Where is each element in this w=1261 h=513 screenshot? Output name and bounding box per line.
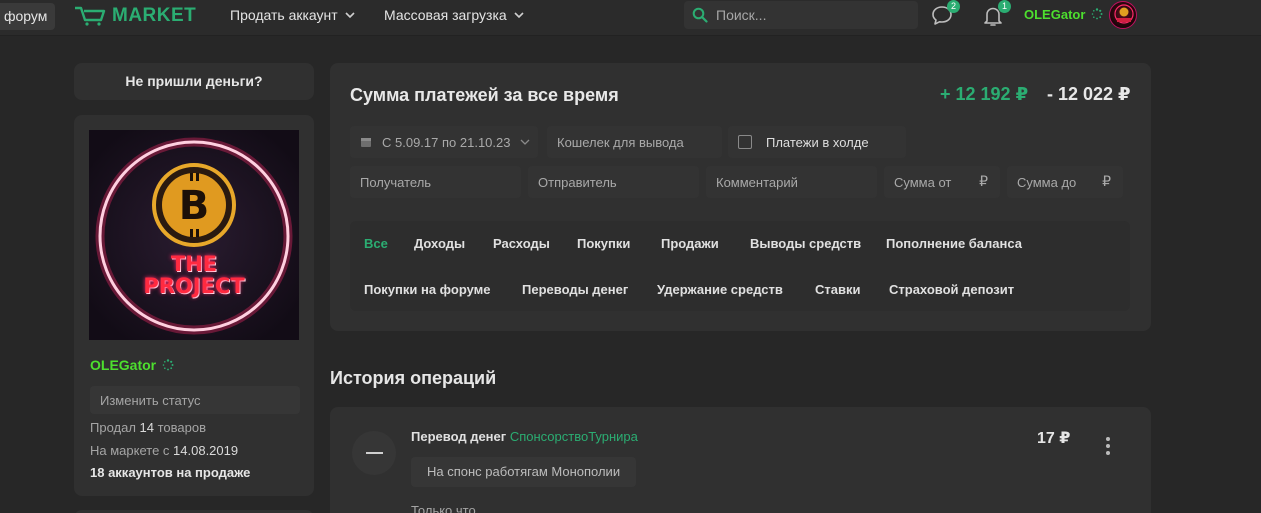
tab-transfers[interactable]: Переводы денег <box>522 282 628 297</box>
nav-bulk-upload-label: Массовая загрузка <box>384 7 507 23</box>
svg-text:B: B <box>179 183 210 229</box>
chevron-down-icon <box>345 12 355 19</box>
history-title: История операций <box>330 368 497 388</box>
messages-badge: 2 <box>947 0 960 13</box>
cart-logo-icon <box>75 6 106 26</box>
sum-from-field[interactable]: ₽ <box>884 166 1000 198</box>
profile-card: B THE PROJECT OLEGator Продал 14 товаров… <box>74 115 314 496</box>
sum-from-input[interactable] <box>894 174 964 190</box>
operation-type-tabs: Все Доходы Расходы Покупки Продажи Вывод… <box>350 221 1130 311</box>
tab-deposits[interactable]: Пополнение баланса <box>886 236 1022 251</box>
tab-all[interactable]: Все <box>364 236 388 251</box>
tab-insurance-deposit[interactable]: Страховой депозит <box>889 282 1014 297</box>
payments-filter-panel: Сумма платежей за все время + 12 192 ₽ -… <box>330 63 1151 331</box>
no-money-button[interactable]: Не пришли деньги? <box>74 63 314 100</box>
hold-payments-toggle[interactable]: Платежи в холде <box>728 126 906 158</box>
since-prefix: На маркете с <box>90 443 174 458</box>
income-total: + 12 192 ₽ <box>940 84 1029 104</box>
hold-payments-checkbox[interactable] <box>738 135 752 149</box>
since-date: 14.08.2019 <box>173 443 239 458</box>
operation-comment: На спонс работягам Монополии <box>411 457 637 487</box>
top-header: форум MARKET Продать аккаунт Массовая за… <box>0 0 1261 36</box>
sender-input[interactable] <box>538 174 699 190</box>
nav-bulk-upload[interactable]: Массовая загрузка <box>384 0 525 30</box>
chevron-down-icon <box>514 12 524 19</box>
forum-button[interactable]: форум <box>0 3 55 30</box>
date-range-picker[interactable]: С 5.09.17 по 21.10.23 <box>350 126 538 158</box>
sold-count-line: Продал 14 товаров <box>90 420 206 435</box>
recipient-field[interactable] <box>350 166 521 198</box>
header-avatar[interactable] <box>1109 1 1137 29</box>
operation-title: Перевод денег СпонсорствоТурнира <box>411 429 638 444</box>
tab-holds[interactable]: Удержание средств <box>657 282 783 297</box>
wallet-field[interactable] <box>547 126 722 158</box>
profile-username-text: OLEGator <box>90 357 157 373</box>
status-input[interactable] <box>90 386 300 414</box>
market-logo[interactable]: MARKET <box>74 4 196 28</box>
sold-count: 14 <box>139 420 154 435</box>
ruble-icon: ₽ <box>1102 173 1111 189</box>
comment-field[interactable] <box>706 166 877 198</box>
sold-prefix: Продал <box>90 420 140 435</box>
tab-expenses[interactable]: Расходы <box>493 236 550 251</box>
sum-to-field[interactable]: ₽ <box>1007 166 1123 198</box>
header-username-text: OLEGator <box>1024 7 1086 22</box>
bitcoin-avatar-icon <box>1114 4 1134 24</box>
profile-username[interactable]: OLEGator <box>90 357 174 373</box>
chevron-down-icon <box>521 139 530 145</box>
loading-spinner-icon <box>1091 8 1103 20</box>
wallet-input[interactable] <box>557 134 722 150</box>
nav-sell-account-label: Продать аккаунт <box>230 7 338 23</box>
tab-sales[interactable]: Продажи <box>661 236 719 251</box>
operation-type: Перевод денег <box>411 429 507 444</box>
operation-counterparty-link[interactable]: СпонсорствоТурнира <box>510 429 638 444</box>
tab-purchases[interactable]: Покупки <box>577 236 630 251</box>
profile-image[interactable]: B THE PROJECT <box>89 130 299 340</box>
nav-sell-account[interactable]: Продать аккаунт <box>230 0 356 30</box>
tab-forum-purchases[interactable]: Покупки на форуме <box>364 282 491 297</box>
search-box[interactable] <box>684 1 918 29</box>
tab-withdrawals[interactable]: Выводы средств <box>750 236 861 251</box>
notifications-badge: 1 <box>998 0 1011 13</box>
messages-button[interactable]: 2 <box>928 0 960 28</box>
expense-total: - 12 022 ₽ <box>1047 84 1131 104</box>
calendar-icon <box>361 138 371 147</box>
payments-total-title: Сумма платежей за все время <box>350 85 619 105</box>
loading-spinner-icon <box>162 359 174 371</box>
bitcoin-project-icon: B <box>89 130 299 340</box>
tab-income[interactable]: Доходы <box>414 236 465 251</box>
tab-bets[interactable]: Ставки <box>815 282 860 297</box>
comment-input[interactable] <box>716 174 877 190</box>
hold-payments-label: Платежи в холде <box>766 134 869 150</box>
sold-suffix: товаров <box>154 420 207 435</box>
member-since-line: На маркете с 14.08.2019 <box>90 443 238 458</box>
date-range-text: С 5.09.17 по 21.10.23 <box>382 134 511 150</box>
ruble-icon: ₽ <box>979 173 988 189</box>
header-username[interactable]: OLEGator <box>1024 7 1103 22</box>
accounts-on-sale-link[interactable]: 18 аккаунтов на продаже <box>90 465 250 480</box>
recipient-input[interactable] <box>360 174 521 190</box>
minus-icon <box>352 431 396 475</box>
notifications-button[interactable]: 1 <box>979 0 1011 28</box>
profile-image-text-1: THE <box>170 252 218 276</box>
operation-time: Только что <box>411 503 476 513</box>
logo-text: MARKET <box>112 5 197 26</box>
profile-image-text-2: PROJECT <box>143 274 245 298</box>
sum-to-input[interactable] <box>1017 174 1087 190</box>
operation-row: Перевод денег СпонсорствоТурнира На спон… <box>330 407 1151 513</box>
search-input[interactable] <box>716 7 896 23</box>
search-icon <box>692 7 708 23</box>
sender-field[interactable] <box>528 166 699 198</box>
more-options-icon[interactable] <box>1102 437 1114 459</box>
operation-amount: 17 ₽ <box>1037 430 1071 447</box>
